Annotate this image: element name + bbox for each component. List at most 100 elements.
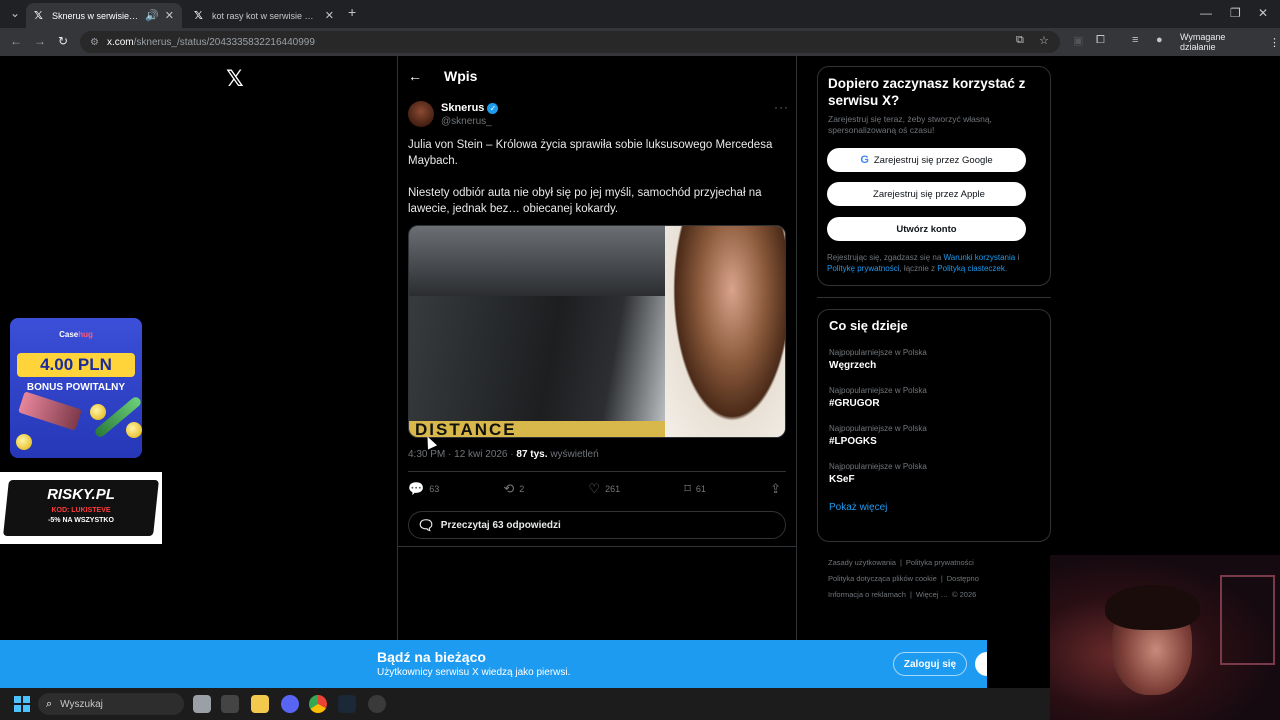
create-account-button[interactable]: Utwórz konto	[827, 217, 1026, 241]
x-favicon-icon: 𝕏	[34, 10, 43, 22]
maximize-icon[interactable]: ❐	[1230, 6, 1241, 20]
windows-start-icon[interactable]	[14, 696, 30, 712]
trend-item[interactable]: Najpopularniejsze w Polska Węgrzech	[829, 348, 1039, 371]
trend-item[interactable]: Najpopularniejsze w Polska #GRUGOR	[829, 386, 1039, 409]
login-button[interactable]: Zaloguj się	[893, 652, 967, 676]
back-icon[interactable]: ←	[10, 34, 22, 48]
login-label: Zaloguj się	[903, 658, 957, 670]
views-label: wyświetleń	[550, 449, 599, 460]
page-title: Wpis	[444, 68, 478, 84]
forward-icon[interactable]: →	[34, 34, 46, 48]
post-header: ← Wpis	[408, 66, 477, 86]
trend-context: Najpopularniejsze w Polska	[829, 386, 927, 395]
new-tab-icon[interactable]: +	[348, 4, 356, 20]
trend-item[interactable]: Najpopularniejsze w Polska KSeF	[829, 462, 1039, 485]
google-signup-button[interactable]: G Zarejestruj się przez Google	[827, 148, 1026, 172]
discord-icon[interactable]	[281, 695, 299, 713]
footer-link[interactable]: Zasady użytkowania	[828, 558, 896, 567]
task-view-icon[interactable]	[193, 695, 211, 713]
reply-icon: 💬	[408, 481, 425, 496]
coin-icon	[90, 404, 106, 420]
discount-label: -5% NA WSZYSTKO	[48, 517, 114, 524]
address-bar[interactable]: ⚙ x.com/sknerus_/status/2043335832216440…	[80, 31, 1060, 53]
steam-icon[interactable]	[338, 695, 356, 713]
bookmark-button[interactable]: ⌑ 61	[684, 481, 706, 497]
share-button[interactable]: ⇪	[770, 481, 786, 497]
trends-panel: Co się dzieje Najpopularniejsze w Polska…	[817, 309, 1051, 542]
reply-button[interactable]: 💬 63	[408, 481, 439, 497]
extensions-icon[interactable]: ⧠	[1096, 34, 1105, 47]
tweet-image[interactable]: DISTANCE	[408, 225, 786, 438]
heart-icon: ♡	[588, 481, 601, 496]
cookies-link[interactable]: Polityką ciasteczek	[937, 264, 1005, 273]
author-name[interactable]: Sknerus	[441, 102, 484, 114]
cast-icon[interactable]: ⧉	[1016, 34, 1024, 47]
like-button[interactable]: ♡ 261	[588, 481, 620, 497]
close-window-icon[interactable]: ✕	[1258, 6, 1268, 20]
author-handle[interactable]: @sknerus_	[441, 116, 498, 127]
back-arrow-icon[interactable]: ←	[408, 68, 422, 84]
minimize-icon[interactable]: —	[1200, 6, 1212, 20]
tab-sknerus[interactable]: 𝕏 Sknerus w serwisie X: „Juli 🔊 ✕	[26, 3, 182, 28]
divider	[408, 471, 786, 472]
repost-button[interactable]: ⟲ 2	[503, 481, 524, 497]
site-info-icon[interactable]: ⚙	[90, 37, 99, 48]
tab-search-icon[interactable]: ⌄	[10, 6, 20, 20]
chrome-icon[interactable]	[309, 695, 327, 713]
footer-copyright: © 2026	[952, 590, 977, 599]
footer-link[interactable]: Informacja o reklamach	[828, 590, 906, 599]
car-window	[409, 226, 669, 296]
read-replies-button[interactable]: 🗨 Przeczytaj 63 odpowiedzi	[408, 511, 786, 539]
privacy-link[interactable]: Politykę prywatności	[827, 264, 899, 273]
author-info[interactable]: Sknerus ✓ @sknerus_	[441, 102, 499, 127]
media-control-icon[interactable]: ≡	[1132, 34, 1138, 46]
legal-text: i	[1015, 253, 1020, 262]
close-tab-icon[interactable]: ✕	[325, 9, 334, 22]
app-icon[interactable]	[368, 695, 386, 713]
speech-bubble-icon: 🗨	[417, 516, 435, 533]
close-tab-icon[interactable]: ✕	[165, 9, 174, 22]
legal-text: .	[1004, 264, 1008, 273]
reload-icon[interactable]: ↻	[58, 34, 68, 48]
footer-link[interactable]: Dostępno	[947, 574, 979, 583]
verified-badge-icon: ✓	[487, 102, 499, 114]
signup-button[interactable]	[975, 652, 987, 676]
column-divider	[796, 56, 797, 640]
bonus-amount: 4.00 PLN	[17, 353, 135, 377]
speaker-icon[interactable]: 🔊	[145, 9, 159, 22]
repost-icon: ⟲	[503, 481, 515, 496]
post-meta: 4:30 PM · 12 kwi 2026 · 87 tys. wyświetl…	[408, 449, 599, 460]
login-banner: Bądź na bieżąco Użytkownicy serwisu X wi…	[0, 640, 987, 688]
banner-subtitle: Użytkownicy serwisu X wiedzą jako pierws…	[377, 667, 571, 678]
app-icon[interactable]	[221, 695, 239, 713]
footer-separator: |	[909, 590, 912, 599]
windows-taskbar: ⌕ Wyszukaj	[0, 688, 1050, 720]
x-logo-icon[interactable]: 𝕏	[226, 66, 244, 92]
footer-link[interactable]: Więcej …	[916, 590, 948, 599]
taskbar-search[interactable]: ⌕ Wyszukaj	[38, 693, 184, 715]
post-time[interactable]: 4:30 PM · 12 kwi 2026 ·	[408, 449, 514, 460]
trend-item[interactable]: Najpopularniejsze w Polska #LPOGKS	[829, 424, 1039, 447]
show-more-link[interactable]: Pokaż więcej	[829, 502, 1039, 513]
background-shelf	[1220, 575, 1275, 665]
search-placeholder: Wyszukaj	[60, 698, 103, 710]
menu-dots-icon[interactable]: ⋮	[1269, 36, 1280, 49]
apple-signup-button[interactable]: Zarejestruj się przez Apple	[827, 182, 1026, 206]
bookmark-star-icon[interactable]: ☆	[1039, 34, 1049, 47]
tab-kot[interactable]: 𝕏 kot rasy kot w serwisie X: „wysł ✕	[186, 3, 342, 28]
file-explorer-icon[interactable]	[251, 695, 269, 713]
casehug-ad[interactable]: Casehug 4.00 PLN BONUS POWITALNY	[10, 318, 142, 458]
risky-ad[interactable]: RISKY.PL KOD: LUKISTEVE -5% NA WSZYSTKO	[0, 472, 162, 544]
views-count: 87 tys.	[516, 449, 548, 460]
footer-link[interactable]: Polityka prywatności	[906, 558, 974, 567]
terms-link[interactable]: Warunki korzystania	[944, 253, 1016, 262]
action-required-button[interactable]: Wymagane działanie ⋮	[1180, 32, 1280, 52]
bookmark-count: 61	[695, 484, 706, 494]
legal-text: Rejestrując się, zgadzasz się na	[827, 253, 944, 262]
legal-notice: Rejestrując się, zgadzasz się na Warunki…	[827, 252, 1042, 274]
more-options-icon[interactable]: ···	[774, 100, 789, 114]
profile-avatar-icon[interactable]: ●	[1156, 34, 1163, 46]
author-avatar[interactable]	[408, 101, 434, 127]
trend-name: Węgrzech	[829, 360, 877, 371]
footer-link[interactable]: Polityka dotycząca plików cookie	[828, 574, 937, 583]
